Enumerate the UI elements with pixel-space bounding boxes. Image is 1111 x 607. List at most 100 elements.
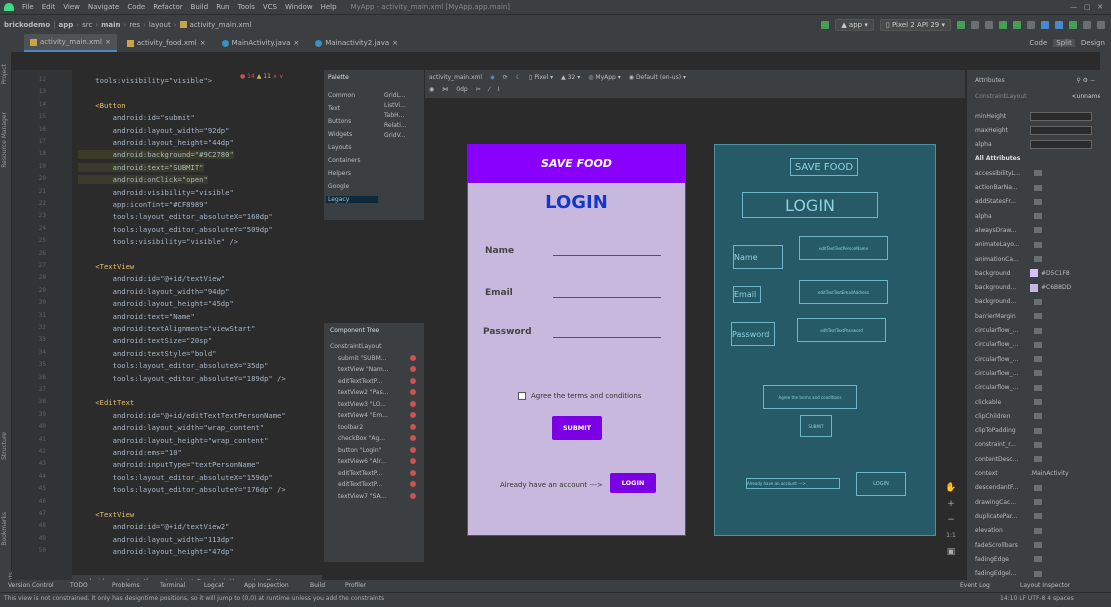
attribute-row[interactable]: constraint_r...	[975, 439, 1095, 451]
attribute-row[interactable]: fadingEdgel...	[975, 568, 1095, 580]
attribute-input[interactable]	[1030, 111, 1092, 121]
search-icon[interactable]	[1083, 20, 1091, 29]
preview-already-text[interactable]: Already have an account --->	[500, 481, 603, 489]
code-line[interactable]: tools:layout_editor_absoluteY="189dp" />	[78, 374, 286, 383]
preview-name-label[interactable]: Name	[485, 246, 514, 256]
code-line[interactable]: android:background="#9C2780"	[78, 150, 234, 160]
zoom-in-button[interactable]: +	[945, 496, 957, 512]
attribute-row[interactable]: alpha	[975, 210, 1095, 222]
run-icon[interactable]	[957, 20, 965, 29]
code-line[interactable]: android:text="Name"	[78, 312, 195, 321]
component-tree-item[interactable]: button "Login"	[338, 447, 381, 454]
attribute-row[interactable]: clipChildren	[975, 410, 1095, 422]
palette-item[interactable]: TabH...	[384, 112, 404, 119]
palette-category[interactable]: Buttons	[328, 118, 351, 125]
autoconnect-icon[interactable]: ⋈	[442, 86, 448, 93]
breadcrumb-app[interactable]: app	[59, 21, 74, 29]
attribute-edit-button[interactable]	[1034, 570, 1042, 577]
menu-edit[interactable]: Edit	[42, 3, 56, 11]
breadcrumb-main[interactable]: main	[101, 21, 120, 29]
menu-window[interactable]: Window	[285, 3, 313, 11]
code-line[interactable]: <TextView	[78, 510, 134, 519]
layout-inspector-tab[interactable]: Layout Inspector	[1020, 582, 1070, 589]
code-line[interactable]: android:layout_height="wrap_content"	[78, 436, 269, 445]
theme-select[interactable]: ◎ MyApp ▾	[588, 74, 621, 81]
attribute-row[interactable]: background... #C6B8DD	[975, 282, 1095, 294]
sync-icon[interactable]	[1041, 20, 1049, 29]
preview-password-label[interactable]: Password	[483, 327, 532, 337]
attribute-row[interactable]: minHeight	[975, 110, 1095, 122]
component-tree-item[interactable]: textView7 "SA...	[338, 493, 386, 500]
palette-category[interactable]: Helpers	[328, 170, 351, 177]
code-line[interactable]: android:id="submit"	[78, 113, 195, 122]
profile-icon[interactable]	[999, 20, 1007, 29]
preview-app-bar[interactable]: SAVE FOOD	[467, 144, 686, 183]
tab-mainactivity2[interactable]: Mainactivity2.java ×	[309, 34, 404, 52]
attribute-edit-button[interactable]	[1034, 356, 1042, 363]
build-tab[interactable]: Build	[310, 582, 325, 589]
code-line[interactable]: android:layout_height="44dp"	[78, 138, 234, 147]
code-line[interactable]: android:layout_width="113dp"	[78, 535, 234, 544]
problems-tab[interactable]: Problems	[112, 582, 140, 589]
component-tree-item[interactable]: textView4 "Em...	[338, 412, 388, 419]
attribute-value[interactable]: #C6B8DD	[1041, 284, 1071, 291]
attribute-row[interactable]: circularflow_...	[975, 325, 1095, 337]
attribute-row[interactable]: actionBarNa...	[975, 182, 1095, 194]
blueprint-password-input[interactable]: editTextTextPassword	[797, 318, 886, 342]
menu-tools[interactable]: Tools	[238, 3, 255, 11]
code-view-button[interactable]: Code	[1029, 39, 1047, 47]
attribute-edit-button[interactable]	[1034, 427, 1042, 434]
inspection-counts[interactable]: ● 14 ▲ 11 ∧ ∨	[240, 73, 284, 80]
preview-agree-checkbox[interactable]	[518, 392, 526, 400]
component-tree-item[interactable]: textView2 "Pas...	[338, 389, 388, 396]
palette-item[interactable]: ListVi...	[384, 102, 406, 109]
attribute-row[interactable]: drawingCac...	[975, 496, 1095, 508]
palette-category[interactable]: Legacy	[326, 196, 378, 203]
color-swatch[interactable]	[1030, 283, 1038, 292]
orientation-icon[interactable]: ⟳	[503, 74, 508, 81]
attach-debugger-icon[interactable]	[1013, 20, 1021, 29]
attribute-value[interactable]: #D5C1F8	[1041, 270, 1070, 277]
preview-submit-button[interactable]: SUBMIT	[552, 416, 602, 440]
attribute-input[interactable]	[1030, 140, 1092, 150]
stop-icon[interactable]	[1027, 20, 1035, 29]
attribute-row[interactable]: circularflow_...	[975, 367, 1095, 379]
attribute-edit-button[interactable]	[1034, 513, 1042, 520]
attribute-row[interactable]: barrierMargin	[975, 310, 1095, 322]
rerun-icon[interactable]	[971, 20, 979, 29]
attribute-row[interactable]: animationCa...	[975, 253, 1095, 265]
attribute-edit-button[interactable]	[1034, 213, 1042, 220]
tab-activity-main[interactable]: activity_main.xml ×	[24, 34, 117, 52]
code-line[interactable]: tools:layout_editor_absoluteX="160dp"	[78, 212, 273, 221]
menu-run[interactable]: Run	[216, 3, 229, 11]
code-line[interactable]: android:layout_width="92dp"	[78, 126, 230, 135]
cursor-position[interactable]: 14:10 LF UTF-8 4 spaces	[1000, 595, 1074, 602]
code-line[interactable]: android:textStyle="bold"	[78, 349, 217, 358]
code-line[interactable]: tools:layout_editor_absoluteY="509dp"	[78, 225, 273, 234]
attribute-edit-button[interactable]	[1034, 527, 1042, 534]
device-select[interactable]: ▯ Pixel 2 API 29 ▾	[879, 18, 951, 31]
component-tree-item[interactable]: textView6 "Alr...	[338, 458, 386, 465]
attribute-edit-button[interactable]	[1034, 313, 1042, 320]
attribute-edit-button[interactable]	[1034, 341, 1042, 348]
breadcrumb-src[interactable]: src	[82, 21, 92, 29]
locale-select[interactable]: ◉ Default (en-us) ▾	[629, 74, 686, 81]
attribute-row[interactable]: elevation	[975, 525, 1095, 537]
attribute-edit-button[interactable]	[1034, 170, 1042, 177]
bookmarks-tool-tab[interactable]: Bookmarks	[1, 512, 8, 546]
menu-vcs[interactable]: VCS	[263, 3, 277, 11]
code-line[interactable]: <EditText	[78, 398, 134, 407]
attribute-row[interactable]: clipToPadding	[975, 425, 1095, 437]
blueprint-password-label[interactable]: Password	[731, 322, 775, 346]
attribute-row[interactable]: duplicatePar...	[975, 510, 1095, 522]
preview-email-label[interactable]: Email	[485, 288, 513, 298]
attribute-row[interactable]: circularflow_...	[975, 382, 1095, 394]
component-tree-item[interactable]: checkBox "Ag...	[338, 435, 385, 442]
attribute-row[interactable]: background...	[975, 296, 1095, 308]
component-tree-item[interactable]: editTextTextP...	[338, 481, 382, 488]
window-controls[interactable]: — ▢ ✕	[1070, 3, 1111, 11]
code-line[interactable]: android:inputType="textPersonName"	[78, 460, 260, 469]
guidelines-icon[interactable]: I	[498, 86, 500, 93]
attribute-edit-button[interactable]	[1034, 556, 1042, 563]
attribute-row[interactable]: All Attributes	[975, 153, 1095, 165]
